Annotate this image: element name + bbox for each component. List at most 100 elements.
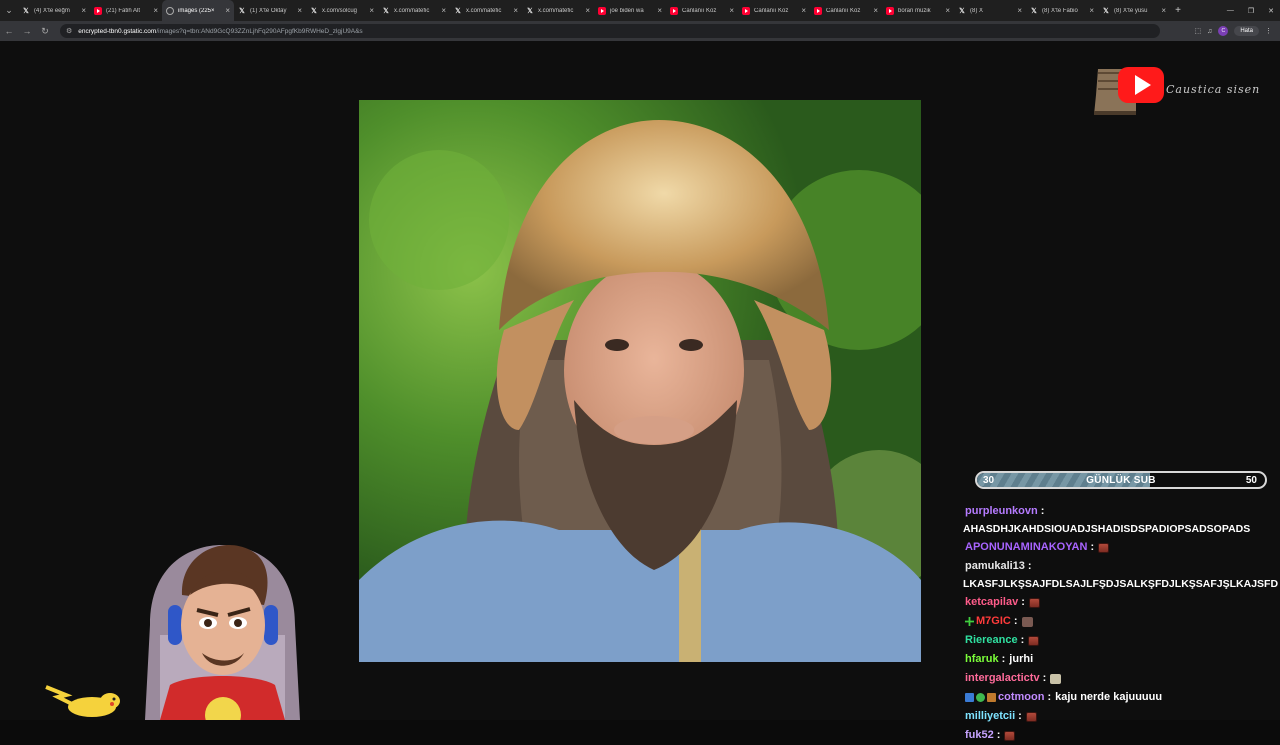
tab-close-icon[interactable]: × <box>369 6 374 15</box>
browser-tab[interactable]: Canlanıı Koz × <box>666 0 738 21</box>
browser-tab[interactable]: Canlanıı Koz × <box>810 0 882 21</box>
tab-close-icon[interactable]: × <box>729 6 734 15</box>
browser-tab[interactable]: 𝕏 (8) X'te Fabio × <box>1026 0 1098 21</box>
chat-separator: : <box>1047 691 1052 703</box>
browser-tab[interactable]: 𝕏 (8) X'te yüsu × <box>1098 0 1170 21</box>
tab-title: x.com/natefic <box>394 7 430 14</box>
chat-message: fuk52: <box>960 726 1278 745</box>
media-icon[interactable]: ♫ <box>1207 28 1212 35</box>
close-window-icon[interactable]: ✕ <box>1268 7 1274 15</box>
browser-tab[interactable]: 𝕏 (4) X'te eeğm × <box>18 0 90 21</box>
x-logo-icon: 𝕏 <box>455 7 461 15</box>
chat-username[interactable]: ketcapilav <box>965 593 1018 612</box>
browser-tab[interactable]: 𝕏x.com/natefic × <box>522 0 594 21</box>
url-host: encrypted-tbn0.gstatic.com <box>78 27 157 35</box>
page-content: Caustica sisen 30 GÜNLÜK SUB 50 purpleun… <box>0 41 1280 741</box>
back-arrow-icon[interactable]: ← <box>0 26 18 36</box>
chat-separator: : <box>1018 710 1022 722</box>
kebab-menu-icon[interactable]: ⋮ <box>1265 27 1272 35</box>
reload-icon[interactable]: ↻ <box>36 26 54 37</box>
chat-username[interactable]: fuk52 <box>965 726 994 745</box>
chat-text: jurhi <box>1009 653 1034 665</box>
chat-emote-icon <box>1025 711 1037 722</box>
chat-username[interactable]: purpleunkovn <box>965 502 1038 521</box>
tab-close-icon[interactable]: × <box>153 6 158 15</box>
chat-username[interactable]: cotmoon <box>998 688 1044 707</box>
tab-title: (8) X'te yüsu <box>1114 7 1148 14</box>
browser-tab[interactable]: 𝕏x.com/natefic × <box>378 0 450 21</box>
x-logo-icon: 𝕏 <box>1103 7 1109 15</box>
youtube-icon <box>598 6 606 15</box>
browser-toolbar: ← → ↻ ⚙ encrypted-tbn0.gstatic.com /imag… <box>0 21 1280 41</box>
tab-close-icon[interactable]: × <box>441 6 446 15</box>
chat-emote-icon <box>1098 542 1110 553</box>
tab-close-icon[interactable]: × <box>657 6 662 15</box>
chat-username[interactable]: APONUNAMINAKOYAN <box>965 538 1087 557</box>
youtube-icon <box>94 6 102 15</box>
tab-close-icon[interactable]: × <box>81 6 86 15</box>
x-logo-icon: 𝕏 <box>1031 7 1037 15</box>
tab-close-icon[interactable]: × <box>513 6 518 15</box>
profile-avatar[interactable]: C <box>1218 26 1229 36</box>
tab-close-icon[interactable]: × <box>1017 6 1022 15</box>
tab-close-icon[interactable]: × <box>225 6 230 15</box>
displayed-image <box>359 100 921 662</box>
site-info-icon[interactable]: ⚙ <box>66 27 72 35</box>
chat-separator: : <box>1090 541 1095 553</box>
browser-tab[interactable]: (21) Fatih Alt × <box>90 0 162 21</box>
tab-close-icon[interactable]: × <box>945 6 950 15</box>
globe-icon <box>166 6 174 15</box>
tab-title: x.com/natefic <box>538 7 574 14</box>
chat-username[interactable]: Riereance <box>965 631 1018 650</box>
chat-username[interactable]: milliyetcii <box>965 707 1015 726</box>
restore-icon[interactable]: ❐ <box>1248 7 1254 15</box>
sub-goal-label: GÜNLÜK SUB <box>1086 475 1156 486</box>
tab-title: images (225× <box>178 7 215 14</box>
tab-close-icon[interactable]: × <box>873 6 878 15</box>
new-tab-button[interactable]: + <box>1170 5 1186 16</box>
chat-separator: : <box>996 729 1001 741</box>
chat-badge-icon <box>987 693 996 702</box>
chat-message: APONUNAMINAKOYAN: <box>960 538 1278 557</box>
chat-message: intergalactictv: <box>960 669 1278 688</box>
browser-tab[interactable]: boran müzik × <box>882 0 954 21</box>
tab-close-icon[interactable]: × <box>1161 6 1166 15</box>
chat-badge-icon <box>965 617 974 626</box>
browser-tab[interactable]: 𝕏 (1) X'te Oktay × <box>234 0 306 21</box>
chat-username[interactable]: intergalactictv <box>965 669 1040 688</box>
sub-goal-target: 50 <box>1245 475 1257 486</box>
chat-text: kaju nerde kajuuuuu <box>1055 691 1163 703</box>
chat-separator: : <box>1001 653 1006 665</box>
address-bar[interactable]: ⚙ encrypted-tbn0.gstatic.com /images?q=t… <box>60 24 1160 38</box>
error-chip[interactable]: Hata <box>1234 26 1259 36</box>
chat-username[interactable]: hfaruk <box>965 650 999 669</box>
minimize-icon[interactable]: — <box>1227 7 1234 14</box>
browser-tab[interactable]: Canlanıı Koz × <box>738 0 810 21</box>
tab-title: boran müzik <box>898 7 931 14</box>
tab-title: Canlanıı Koz <box>682 7 717 14</box>
x-logo-icon: 𝕏 <box>959 7 965 15</box>
browser-tab[interactable]: images (225× × <box>162 0 234 21</box>
extensions-icon[interactable]: ⬚ <box>1194 27 1201 35</box>
tab-title: (8) X <box>970 7 984 14</box>
pikachu-sprite <box>45 685 120 717</box>
chat-message: M7GIC: <box>960 612 1278 631</box>
tab-search-chevron-icon[interactable]: ⌄ <box>0 0 18 21</box>
chat-separator: : <box>1042 672 1047 684</box>
forward-arrow-icon[interactable]: → <box>18 26 36 36</box>
tab-close-icon[interactable]: × <box>585 6 590 15</box>
tab-close-icon[interactable]: × <box>297 6 302 15</box>
chat-username[interactable]: pamukali13 <box>965 557 1025 576</box>
browser-tab[interactable]: 𝕏x.com/solcug × <box>306 0 378 21</box>
browser-tab[interactable]: 𝕏x.com/natefic × <box>450 0 522 21</box>
play-logo-icon <box>1118 67 1164 103</box>
x-logo-icon: 𝕏 <box>23 7 29 15</box>
tab-list: 𝕏 (4) X'te eeğm × (21) Fatih Alt × images (22… <box>18 0 1170 21</box>
browser-tab[interactable]: joe biden wa × <box>594 0 666 21</box>
youtube-icon <box>814 6 822 15</box>
chat-separator: : <box>1021 596 1025 608</box>
chat-username[interactable]: M7GIC <box>976 612 1011 631</box>
tab-close-icon[interactable]: × <box>1089 6 1094 15</box>
browser-tab[interactable]: 𝕏 (8) X × <box>954 0 1026 21</box>
tab-close-icon[interactable]: × <box>801 6 806 15</box>
